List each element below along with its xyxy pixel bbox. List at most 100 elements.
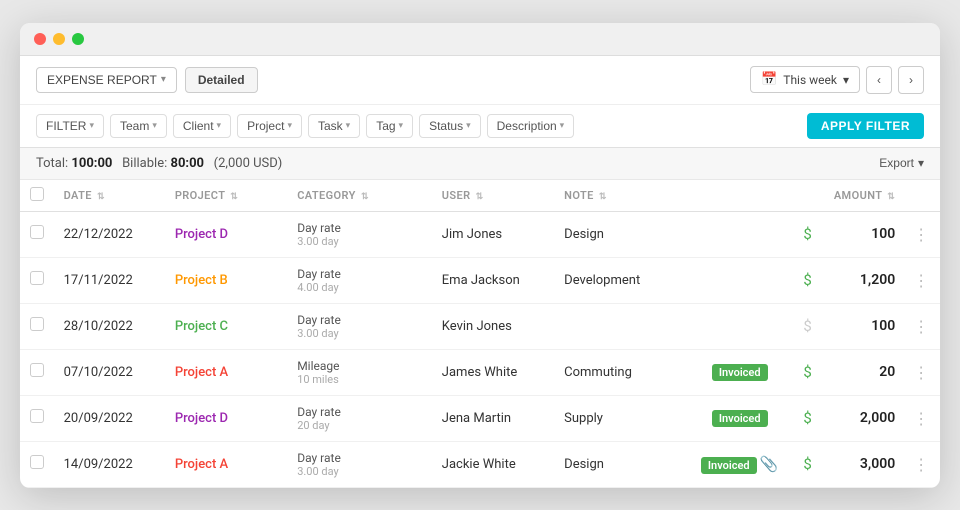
row-actions-button[interactable]: ⋮ [913, 409, 930, 428]
category-cell: Day rate 3.00 day [289, 441, 434, 487]
category-name: Day rate [297, 267, 426, 281]
dollar-cell: $ [790, 349, 826, 395]
date-cell: 17/11/2022 [56, 257, 167, 303]
user-cell: Kevin Jones [434, 303, 556, 349]
filter-tag-button[interactable]: Tag ▾ [366, 114, 413, 138]
row-actions-button[interactable]: ⋮ [913, 225, 930, 244]
project-label: Project [247, 119, 284, 133]
sort-icon[interactable]: ⇅ [230, 192, 238, 202]
amount-cell: 2,000 [825, 395, 903, 441]
actions-cell: ⋮ [903, 257, 940, 303]
category-cell: Day rate 4.00 day [289, 257, 434, 303]
note-cell: Design [556, 441, 689, 487]
category-name: Day rate [297, 451, 426, 465]
project-cell: Project C [167, 303, 289, 349]
filter-project-button[interactable]: Project ▾ [237, 114, 302, 138]
filter-status-button[interactable]: Status ▾ [419, 114, 481, 138]
sort-icon[interactable]: ⇅ [361, 192, 369, 202]
billable-value: 80:00 [170, 156, 204, 171]
table-row: 28/10/2022 Project C Day rate 3.00 day K… [20, 303, 940, 349]
chevron-down-icon: ▾ [399, 120, 404, 131]
select-all-checkbox[interactable] [30, 187, 44, 201]
calendar-icon: 📅 [761, 72, 777, 87]
row-checkbox[interactable] [30, 363, 44, 377]
row-checkbox[interactable] [30, 317, 44, 331]
week-selector[interactable]: 📅 This week ▾ [750, 66, 860, 93]
dollar-icon: $ [803, 225, 811, 243]
note-column-header: NOTE ⇅ [556, 180, 689, 212]
expense-report-dropdown[interactable]: EXPENSE REPORT ▾ [36, 67, 177, 93]
status-label: Status [429, 119, 463, 133]
sort-icon[interactable]: ⇅ [599, 192, 607, 202]
category-sub: 10 miles [297, 373, 426, 386]
project-link[interactable]: Project C [175, 319, 228, 334]
chevron-down-icon: ▾ [217, 120, 222, 131]
user-cell: Ema Jackson [434, 257, 556, 303]
project-link[interactable]: Project A [175, 365, 228, 380]
row-checkbox[interactable] [30, 225, 44, 239]
table-row: 14/09/2022 Project A Day rate 3.00 day J… [20, 441, 940, 487]
row-actions-button[interactable]: ⋮ [913, 271, 930, 290]
project-link[interactable]: Project D [175, 227, 228, 242]
project-cell: Project A [167, 349, 289, 395]
filter-task-button[interactable]: Task ▾ [308, 114, 360, 138]
sort-icon[interactable]: ⇅ [887, 192, 895, 202]
row-actions-button[interactable]: ⋮ [913, 317, 930, 336]
detailed-view-button[interactable]: Detailed [185, 67, 258, 93]
date-cell: 28/10/2022 [56, 303, 167, 349]
category-cell: Mileage 10 miles [289, 349, 434, 395]
category-cell: Day rate 3.00 day [289, 211, 434, 257]
project-cell: Project A [167, 441, 289, 487]
project-link[interactable]: Project B [175, 273, 228, 288]
filter-team-button[interactable]: Team ▾ [110, 114, 167, 138]
actions-cell: ⋮ [903, 395, 940, 441]
note-cell: Design [556, 211, 689, 257]
project-link[interactable]: Project A [175, 457, 228, 472]
table-row: 07/10/2022 Project A Mileage 10 miles Ja… [20, 349, 940, 395]
actions-cell: ⋮ [903, 303, 940, 349]
note-cell: Supply [556, 395, 689, 441]
sort-icon[interactable]: ⇅ [476, 192, 484, 202]
row-checkbox[interactable] [30, 409, 44, 423]
dollar-icon: $ [803, 409, 811, 427]
dollar-cell: $ [790, 257, 826, 303]
amount-cell: 100 [825, 211, 903, 257]
next-week-button[interactable]: › [898, 66, 924, 94]
row-checkbox[interactable] [30, 455, 44, 469]
dollar-icon: $ [803, 317, 811, 335]
user-cell: James White [434, 349, 556, 395]
category-name: Day rate [297, 313, 426, 327]
category-name: Day rate [297, 405, 426, 419]
row-checkbox-cell [20, 395, 56, 441]
category-column-header: CATEGORY ⇅ [289, 180, 434, 212]
expense-report-label: EXPENSE REPORT [47, 73, 157, 87]
dollar-column-header [790, 180, 826, 212]
filter-client-button[interactable]: Client ▾ [173, 114, 231, 138]
note-cell: Commuting [556, 349, 689, 395]
badge-cell [690, 211, 790, 257]
export-button[interactable]: Export ▾ [879, 156, 924, 170]
badge-cell: Invoiced 📎 [690, 441, 790, 487]
user-cell: Jackie White [434, 441, 556, 487]
team-label: Team [120, 119, 149, 133]
chevron-down-icon: ▾ [560, 120, 565, 131]
row-actions-button[interactable]: ⋮ [913, 455, 930, 474]
row-actions-button[interactable]: ⋮ [913, 363, 930, 382]
actions-cell: ⋮ [903, 349, 940, 395]
close-button[interactable] [34, 33, 46, 45]
sort-icon[interactable]: ⇅ [97, 192, 105, 202]
filter-description-button[interactable]: Description ▾ [487, 114, 575, 138]
project-link[interactable]: Project D [175, 411, 228, 426]
status-badge: Invoiced [712, 364, 768, 381]
apply-filter-button[interactable]: APPLY FILTER [807, 113, 924, 139]
amount-cell: 1,200 [825, 257, 903, 303]
row-checkbox-cell [20, 349, 56, 395]
filter-main-button[interactable]: FILTER ▾ [36, 114, 104, 138]
dollar-icon: $ [803, 455, 811, 473]
prev-week-button[interactable]: ‹ [866, 66, 892, 94]
row-checkbox[interactable] [30, 271, 44, 285]
description-label: Description [497, 119, 557, 133]
status-badge: Invoiced [701, 457, 757, 474]
maximize-button[interactable] [72, 33, 84, 45]
minimize-button[interactable] [53, 33, 65, 45]
